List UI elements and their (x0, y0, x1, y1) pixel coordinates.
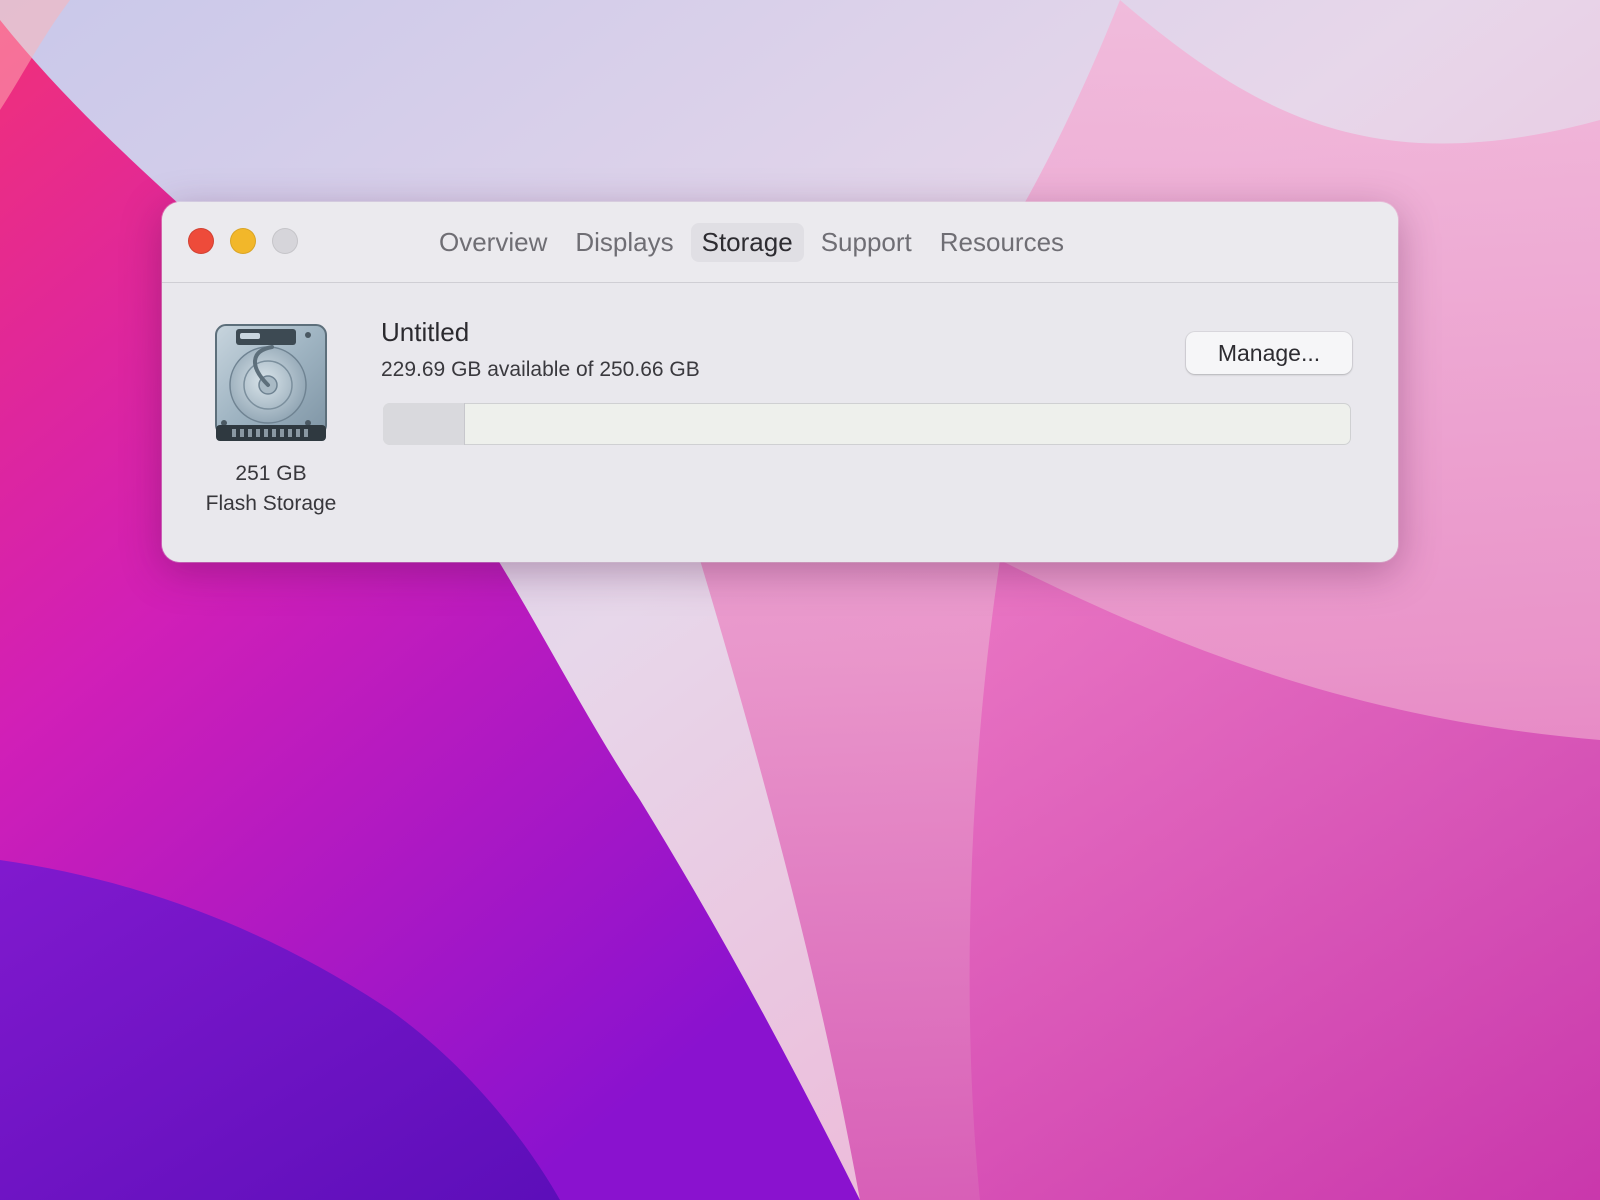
tab-bar: Overview Displays Storage Support Resour… (428, 222, 1075, 262)
volume-name: Untitled (381, 317, 470, 347)
about-this-mac-window: Overview Displays Storage Support Resour… (162, 202, 1398, 562)
zoom-button[interactable] (272, 228, 298, 254)
disk-capacity-label: 251 GB Flash Storage (182, 459, 360, 519)
tab-displays[interactable]: Displays (564, 223, 684, 262)
manage-button[interactable]: Manage... (1186, 332, 1352, 374)
close-button[interactable] (188, 228, 214, 254)
disk-type: Flash Storage (205, 492, 337, 515)
tab-overview[interactable]: Overview (428, 223, 558, 262)
minimize-button[interactable] (230, 228, 256, 254)
tab-support[interactable]: Support (810, 223, 923, 262)
storage-used-segment (383, 403, 466, 445)
tab-storage[interactable]: Storage (690, 222, 804, 262)
hard-drive-icon (215, 324, 327, 441)
disk-size: 251 GB (235, 462, 307, 485)
storage-panel: 251 GB Flash Storage Untitled 229.69 GB … (162, 283, 1398, 562)
storage-usage-bar (383, 403, 1351, 445)
title-bar: Overview Displays Storage Support Resour… (162, 202, 1398, 283)
tab-resources[interactable]: Resources (929, 223, 1075, 262)
desktop-wallpaper (0, 0, 1600, 1200)
volume-availability: 229.69 GB available of 250.66 GB (381, 358, 700, 381)
